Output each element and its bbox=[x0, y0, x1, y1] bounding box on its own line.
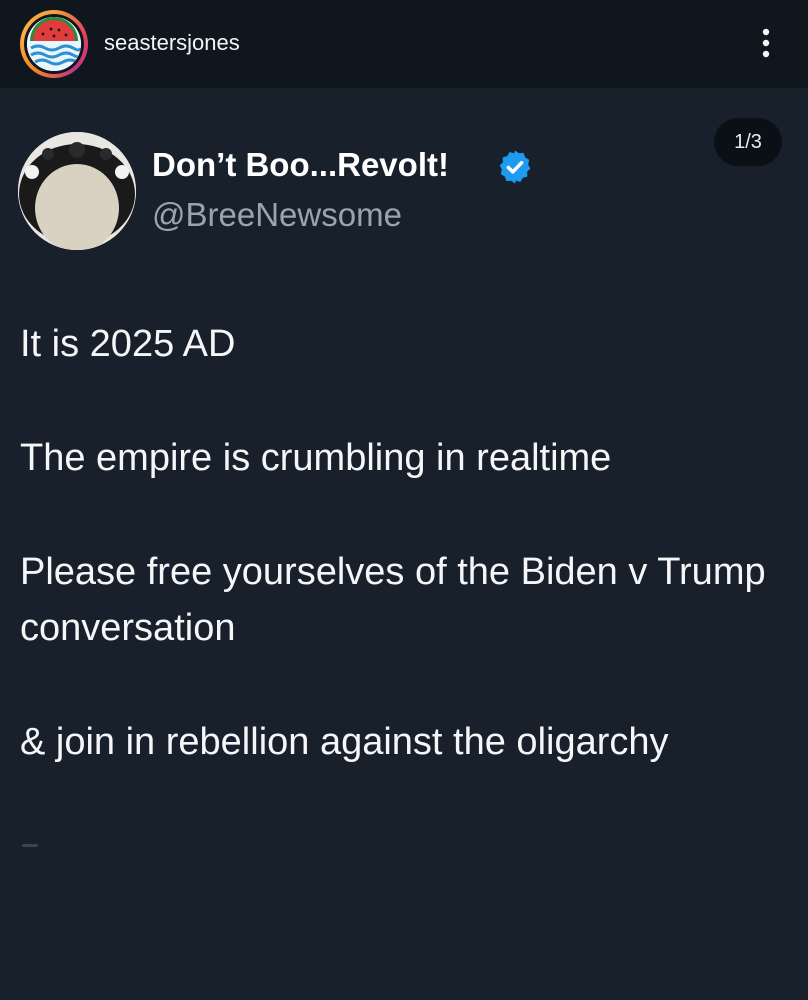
tweet-body: It is 2025 AD The empire is crumbling in… bbox=[20, 316, 790, 828]
tweet-paragraph: Please free yourselves of the Biden v Tr… bbox=[20, 551, 766, 649]
post-header: seastersjones bbox=[0, 0, 808, 88]
tweet-paragraph: & join in rebellion against the oligarch… bbox=[20, 721, 669, 763]
username[interactable]: seastersjones bbox=[104, 30, 240, 56]
tweet-handle: @BreeNewsome bbox=[152, 196, 402, 233]
post-image[interactable]: 1/3 Don’t Boo...Revolt! @BreeNewsome It … bbox=[0, 88, 808, 1000]
profile-avatar[interactable] bbox=[20, 10, 88, 78]
more-vertical-icon[interactable] bbox=[748, 22, 784, 66]
watermelon-waves-icon bbox=[27, 17, 81, 71]
carousel-page-indicator: 1/3 bbox=[714, 118, 782, 166]
tweet-paragraph: It is 2025 AD bbox=[20, 323, 236, 365]
verified-badge-icon bbox=[496, 148, 534, 186]
divider bbox=[22, 844, 38, 847]
tweet-display-name: Don’t Boo...Revolt! bbox=[152, 146, 449, 183]
tweet-paragraph: The empire is crumbling in realtime bbox=[20, 437, 612, 479]
tweet-author-avatar bbox=[18, 132, 136, 250]
